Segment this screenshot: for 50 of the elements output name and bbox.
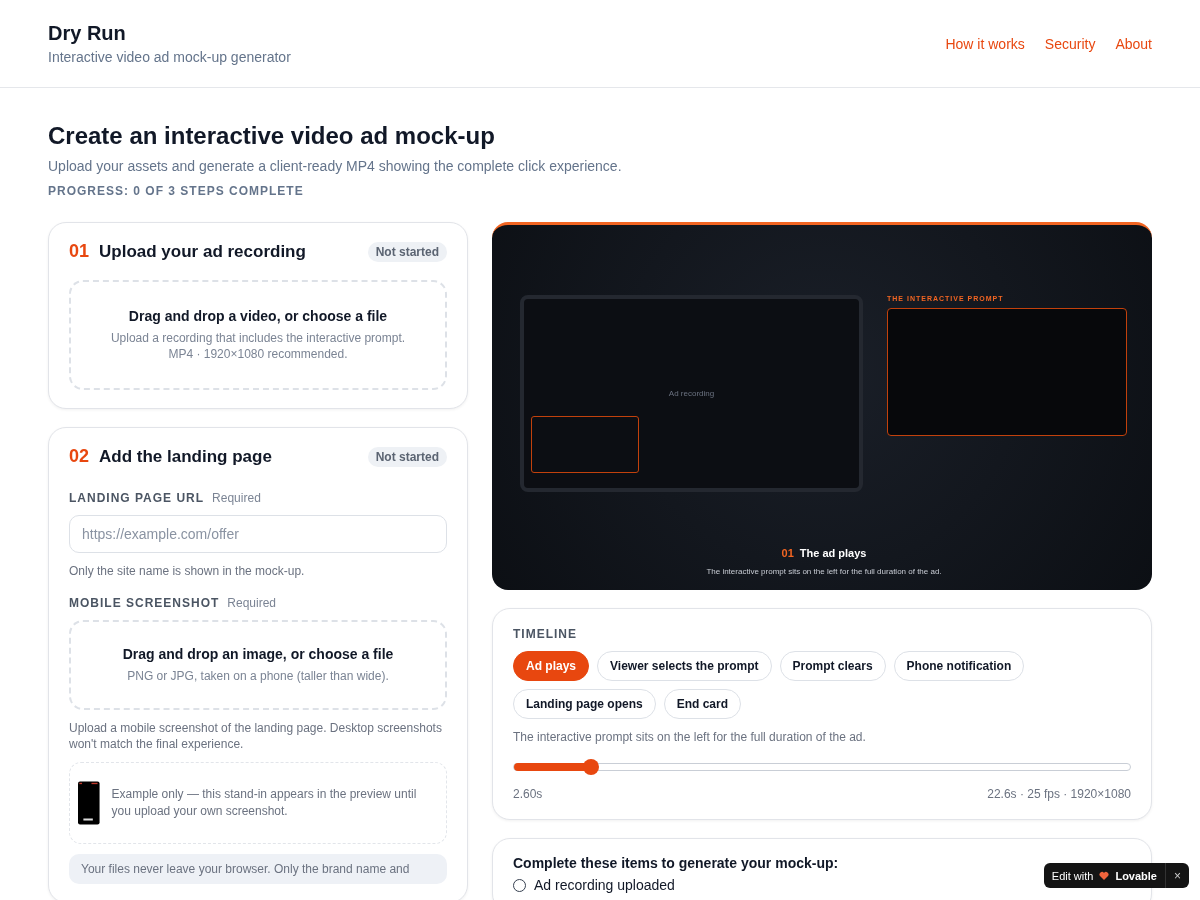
nav-link[interactable]: How it works (945, 35, 1025, 52)
field-label: LANDING PAGE URL (69, 491, 205, 506)
nav-link[interactable]: Security (1044, 35, 1096, 52)
field-label: MOBILE SCREENSHOT (69, 595, 220, 610)
caption-text: The interactive prompt sits on the left for the full duration of the ad. (705, 567, 943, 576)
required-label: Required (227, 595, 277, 610)
timeline-chip[interactable]: Prompt clears (779, 651, 886, 681)
example-text: Example only — this stand-in appears in the preview until you upload your own screenshot. (111, 786, 418, 820)
timeline-chip[interactable]: Viewer selects the prompt (597, 651, 772, 681)
recording-label: Ad recording (668, 389, 715, 398)
step-number: 02 (69, 446, 90, 468)
app-title: Dry Run (48, 22, 127, 45)
timeline-chip[interactable]: End card (663, 689, 742, 719)
dropzone-title: Drag and drop an image, or choose a file (122, 645, 394, 662)
close-button[interactable]: × (1165, 863, 1189, 888)
timeline-chip[interactable]: Phone notification (893, 651, 1025, 681)
help-text: Only the site name is shown in the mock-up. (69, 563, 306, 580)
heart-icon (1099, 870, 1110, 881)
privacy-notice: Your files never leave your browser. Only the brand name and (69, 854, 447, 885)
checklist-item: Ad recording uploaded (534, 877, 675, 894)
step-title: Add the landing page (99, 447, 272, 468)
scrubber-thumb[interactable] (583, 759, 599, 776)
dropzone-hint: Upload a recording that includes the interactive prompt. MP4 · 1920×1080 recommended. (110, 330, 406, 363)
checklist-title: Complete these items to generate your mock-up: (513, 855, 839, 872)
dropzone-hint: PNG or JPG, taken on a phone (taller than wide). (127, 667, 389, 684)
url-input[interactable]: https://example.com/offer (69, 515, 447, 554)
timeline-description: The interactive prompt sits on the left for the full duration of the ad. (513, 729, 867, 746)
progress-text: PROGRESS: 0 OF 3 STEPS COMPLETE (48, 184, 305, 198)
page-subtitle: Upload your assets and generate a client-ready MP4 showing the complete click experience. (48, 158, 623, 174)
step-number: 01 (69, 241, 90, 262)
checklist-radio[interactable] (513, 878, 526, 892)
status-badge: Not started (367, 241, 447, 262)
video-dropzone[interactable]: Drag and drop a video, or choose a file Upload a recording that includes the interactive prompt. MP4 · 1920×1080 recommended. (69, 280, 447, 391)
nav-link[interactable]: About (1115, 35, 1152, 52)
caption-title: The ad plays (799, 547, 867, 559)
timeline-chip[interactable]: Ad plays (513, 651, 589, 681)
page-title: Create an interactive video ad mock-up (48, 122, 496, 150)
edit-with-link[interactable]: Edit with Lovable (1043, 863, 1165, 888)
app-subtitle: Interactive video ad mock-up generator (48, 49, 291, 65)
timeline-chip[interactable]: Landing page opens (513, 689, 656, 719)
dropzone-title: Drag and drop a video, or choose a file (128, 308, 388, 324)
video-meta: 22.6s · 25 fps · 1920×1080 (987, 787, 1131, 802)
timeline-title: TIMELINE (513, 627, 578, 641)
status-badge: Not started (367, 446, 447, 467)
current-time: 2.60s (513, 787, 543, 802)
help-text: Upload a mobile screenshot of the landing page. Desktop screenshots won't match the final experience. (69, 719, 443, 753)
caption-number: 01 (781, 547, 794, 559)
step-title: Upload your ad recording (99, 242, 306, 262)
image-dropzone[interactable]: Drag and drop an image, or choose a file PNG or JPG, taken on a phone (taller than wide). (69, 619, 447, 710)
required-label: Required (212, 491, 261, 506)
